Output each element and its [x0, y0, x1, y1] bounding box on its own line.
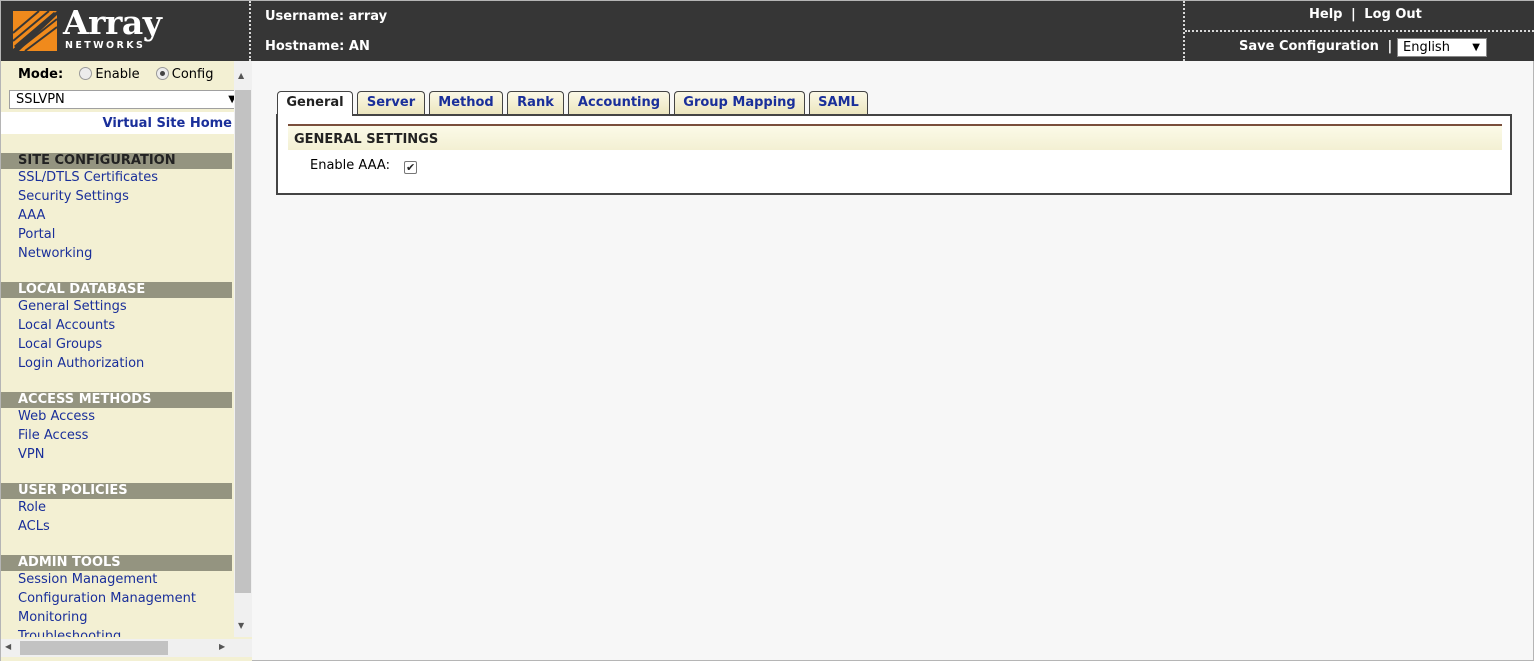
sidebar-item-session-management[interactable]: Session Management — [18, 572, 157, 587]
help-logout-row: Help | Log Out — [1309, 7, 1422, 22]
virtual-site-home-row: Virtual Site Home — [1, 112, 234, 134]
header-actions: Help | Log Out Save Configuration | Engl… — [1183, 1, 1534, 61]
help-link[interactable]: Help — [1309, 7, 1342, 22]
sidebar-item-web-access[interactable]: Web Access — [18, 409, 95, 424]
tab-group-mapping[interactable]: Group Mapping — [674, 91, 805, 115]
sidebar-item-login-authorization[interactable]: Login Authorization — [18, 356, 144, 371]
enable-aaa-label: Enable AAA: — [310, 158, 390, 173]
language-value: English — [1403, 40, 1450, 55]
mode-selector: Mode: Enable Config — [18, 67, 213, 82]
header-divider — [1185, 30, 1534, 32]
top-header: Array NETWORKS Username: array Hostname:… — [1, 1, 1534, 61]
sidebar-item-ssl-dtls-certificates[interactable]: SSL/DTLS Certificates — [18, 170, 158, 185]
section-access-methods: ACCESS METHODS — [1, 392, 232, 408]
array-networks-logo: Array NETWORKS — [1, 1, 251, 61]
mode-enable-label: Enable — [95, 67, 140, 82]
sidebar-item-security-settings[interactable]: Security Settings — [18, 189, 129, 204]
save-row: Save Configuration | — [1239, 39, 1392, 54]
section-user-policies: USER POLICIES — [1, 483, 232, 499]
enable-aaa-checkbox[interactable]: ✔ — [404, 161, 418, 174]
tab-saml[interactable]: SAML — [809, 91, 868, 115]
sidebar-item-networking[interactable]: Networking — [18, 246, 92, 261]
sidebar: Mode: Enable Config SSLVPN ▼ Virtual Sit… — [1, 61, 252, 661]
scroll-up-icon[interactable]: ▲ — [238, 71, 244, 80]
tab-accounting[interactable]: Accounting — [568, 91, 670, 115]
scrollbar-thumb[interactable] — [20, 641, 168, 655]
sidebar-item-vpn[interactable]: VPN — [18, 447, 44, 462]
sidebar-item-troubleshooting[interactable]: Troubleshooting — [18, 629, 121, 637]
scroll-right-icon[interactable]: ▶ — [219, 642, 225, 651]
panel-header: GENERAL SETTINGS — [288, 124, 1502, 150]
general-settings-panel: GENERAL SETTINGS Enable AAA: ✔ — [276, 114, 1512, 195]
panel-title: GENERAL SETTINGS — [294, 132, 439, 147]
section-site-configuration: SITE CONFIGURATION — [1, 153, 232, 169]
save-configuration-link[interactable]: Save Configuration — [1239, 39, 1379, 54]
virtual-site-select[interactable]: SSLVPN ▼ — [9, 90, 239, 109]
virtual-site-value: SSLVPN — [16, 92, 65, 107]
section-local-database: LOCAL DATABASE — [1, 282, 232, 298]
sidebar-item-local-groups[interactable]: Local Groups — [18, 337, 102, 352]
logout-link[interactable]: Log Out — [1364, 7, 1422, 22]
sidebar-item-acls[interactable]: ACLs — [18, 519, 50, 534]
sidebar-item-aaa[interactable]: AAA — [18, 208, 45, 223]
enable-aaa-row: Enable AAA: ✔ — [310, 158, 418, 174]
scrollbar-thumb[interactable] — [235, 90, 251, 593]
sidebar-item-local-accounts[interactable]: Local Accounts — [18, 318, 115, 333]
language-select[interactable]: English ▼ — [1397, 38, 1487, 57]
virtual-site-home-link[interactable]: Virtual Site Home — [103, 116, 232, 131]
chevron-down-icon: ▼ — [1472, 42, 1480, 53]
mode-config-radio[interactable] — [155, 67, 169, 80]
section-admin-tools: ADMIN TOOLS — [1, 555, 232, 571]
sidebar-clip: Troubleshooting — [1, 629, 234, 637]
mode-enable-radio[interactable] — [79, 67, 93, 80]
sidebar-item-role[interactable]: Role — [18, 500, 46, 515]
sidebar-item-monitoring[interactable]: Monitoring — [18, 610, 88, 625]
sidebar-item-general-settings[interactable]: General Settings — [18, 299, 127, 314]
sidebar-vertical-scrollbar[interactable]: ▲ ▼ — [234, 61, 252, 637]
checkmark-icon: ✔ — [406, 161, 416, 174]
mode-config-label: Config — [171, 67, 214, 82]
sidebar-item-portal[interactable]: Portal — [18, 227, 55, 242]
tab-general[interactable]: General — [277, 91, 353, 116]
scroll-left-icon[interactable]: ◀ — [5, 642, 11, 651]
tab-method[interactable]: Method — [429, 91, 503, 115]
sidebar-item-file-access[interactable]: File Access — [18, 428, 88, 443]
tab-rank[interactable]: Rank — [507, 91, 564, 115]
separator: | — [1351, 7, 1356, 22]
hostname-label: Hostname: AN — [265, 39, 370, 54]
sidebar-item-configuration-management[interactable]: Configuration Management — [18, 591, 196, 606]
sidebar-horizontal-scrollbar[interactable]: ◀ ▶ — [1, 639, 252, 657]
tab-server[interactable]: Server — [357, 91, 425, 115]
logo-subtitle: NETWORKS — [65, 40, 146, 51]
logo-wordmark: Array — [63, 3, 162, 42]
scroll-down-icon[interactable]: ▼ — [238, 621, 244, 630]
mode-label: Mode: — [18, 67, 64, 82]
logo-mark-icon — [12, 10, 58, 52]
separator: | — [1387, 39, 1393, 54]
username-label: Username: array — [265, 9, 388, 24]
